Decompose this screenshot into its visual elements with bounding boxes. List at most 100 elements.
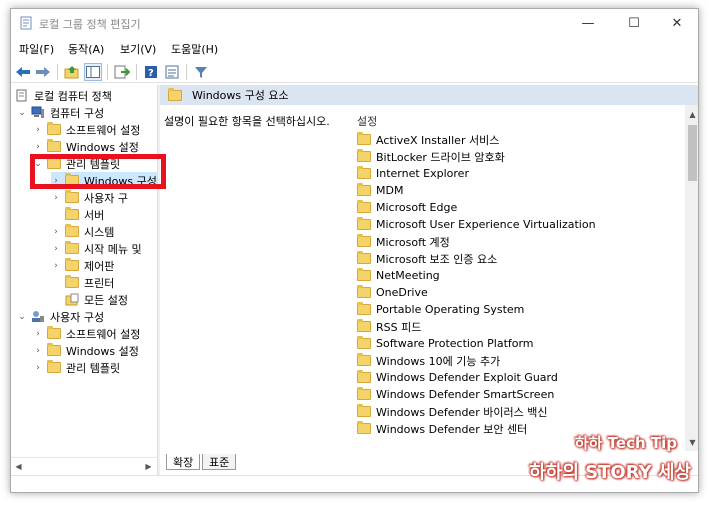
up-folder-icon[interactable] <box>63 63 81 81</box>
policy-document-icon <box>15 89 29 103</box>
chevron-right-icon[interactable]: › <box>51 261 61 271</box>
tree-item-software-settings[interactable]: › 소프트웨어 설정 <box>33 121 140 138</box>
menu-file[interactable]: 파일(F) <box>19 41 54 57</box>
list-item[interactable]: Microsoft Edge <box>357 199 457 216</box>
list-item[interactable]: Portable Operating System <box>357 301 524 318</box>
list-item[interactable]: Software Protection Platform <box>357 335 534 352</box>
folder-icon <box>357 132 371 145</box>
tree-item-root[interactable]: 로컬 컴퓨터 정책 <box>15 87 112 104</box>
toolbar-separator <box>136 64 137 80</box>
chevron-right-icon[interactable]: › <box>33 346 43 356</box>
minimize-button[interactable]: — <box>565 9 611 37</box>
tree-item-user-software[interactable]: › 소프트웨어 설정 <box>33 325 140 342</box>
tree-item-printers[interactable]: › 사용자 구 <box>51 189 128 206</box>
chevron-right-icon[interactable]: › <box>33 329 43 339</box>
tree-label: 사용자 구 <box>84 191 128 205</box>
scroll-up-icon[interactable]: ▲ <box>685 107 698 121</box>
list-item[interactable]: Microsoft 보조 인증 요소 <box>357 250 497 267</box>
tree-item-control-panel[interactable]: › 제어판 <box>51 257 114 274</box>
tree-item-user-admin[interactable]: › 관리 템플릿 <box>33 359 120 376</box>
folder-icon <box>47 360 61 373</box>
tree-item-server[interactable]: 서버 <box>51 206 104 223</box>
tree-item-system[interactable]: › 시스템 <box>51 223 114 240</box>
export-icon[interactable] <box>113 63 131 81</box>
chevron-right-icon[interactable]: › <box>33 142 43 152</box>
list-item[interactable]: Internet Explorer <box>357 165 469 182</box>
scroll-right-icon[interactable]: ▶ <box>141 459 156 473</box>
user-icon <box>31 310 45 324</box>
help-icon[interactable]: ? <box>142 63 160 81</box>
menu-action[interactable]: 동작(A) <box>68 41 104 57</box>
tree-label: 컴퓨터 구성 <box>50 106 105 120</box>
list-item[interactable]: Windows Defender Exploit Guard <box>357 369 558 386</box>
chevron-down-icon[interactable]: ⌄ <box>17 108 27 118</box>
tree-item-computer-config[interactable]: ⌄ 컴퓨터 구성 <box>17 104 104 121</box>
tree-label: 제어판 <box>84 259 115 273</box>
tree-item-all-settings[interactable]: 모든 설정 <box>51 291 128 308</box>
folder-icon <box>357 268 371 281</box>
tree-label: 로컬 컴퓨터 정책 <box>34 89 112 103</box>
scroll-down-icon[interactable]: ▼ <box>685 435 698 449</box>
folder-icon <box>168 87 182 101</box>
list-item[interactable]: Windows Defender 바이러스 백신 <box>357 403 547 420</box>
folder-icon <box>357 336 371 349</box>
folder-icon <box>357 149 371 162</box>
tree-label: 소프트웨어 설정 <box>66 123 141 137</box>
folder-icon <box>47 139 61 152</box>
list-item[interactable]: Windows 10에 기능 추가 <box>357 352 500 369</box>
tree-item-user-windows[interactable]: › Windows 설정 <box>33 342 139 359</box>
tab-standard[interactable]: 표준 <box>202 454 237 470</box>
annotation-highlight-box <box>30 154 166 189</box>
folder-icon <box>357 370 371 383</box>
list-item[interactable]: NetMeeting <box>357 267 440 284</box>
folder-icon <box>65 258 79 271</box>
chevron-right-icon[interactable]: › <box>33 363 43 373</box>
tree-label: 프린터 <box>84 276 115 290</box>
toolbar-separator <box>57 64 58 80</box>
tree-item-printer[interactable]: 프린터 <box>51 274 114 291</box>
filter-icon[interactable] <box>192 63 210 81</box>
scroll-left-icon[interactable]: ◀ <box>11 459 26 473</box>
chevron-right-icon[interactable]: › <box>33 125 43 135</box>
list-item[interactable]: MDM <box>357 182 403 199</box>
scrollbar-thumb[interactable] <box>688 125 697 181</box>
list-item[interactable]: Microsoft User Experience Virtualization <box>357 216 596 233</box>
list-item[interactable]: Windows Defender 보안 센터 <box>357 420 527 437</box>
tree-horizontal-scrollbar[interactable]: ◀ ▶ <box>11 457 157 473</box>
forward-arrow-icon[interactable] <box>34 63 52 81</box>
tree-item-windows-settings[interactable]: › Windows 설정 <box>33 138 139 155</box>
tree-label: 관리 템플릿 <box>66 361 121 375</box>
list-item[interactable]: OneDrive <box>357 284 428 301</box>
tab-extended[interactable]: 확장 <box>166 454 201 470</box>
show-hide-tree-icon[interactable] <box>84 63 102 81</box>
folder-icon <box>357 285 371 298</box>
close-button[interactable]: ✕ <box>654 9 698 37</box>
menu-view[interactable]: 보기(V) <box>120 41 156 57</box>
tree-item-user-config[interactable]: ⌄ 사용자 구성 <box>17 308 104 325</box>
watermark-line-1: 하하 Tech Tip <box>574 434 677 452</box>
list-item[interactable]: Microsoft 계정 <box>357 233 450 250</box>
chevron-right-icon[interactable]: › <box>51 227 61 237</box>
folder-icon <box>65 275 79 288</box>
folder-icon <box>357 421 371 434</box>
list-item[interactable]: Windows Defender SmartScreen <box>357 386 554 403</box>
chevron-right-icon[interactable]: › <box>51 244 61 254</box>
tree-label: 시스템 <box>84 225 115 239</box>
list-item[interactable]: ActiveX Installer 서비스 <box>357 131 499 148</box>
tree-pane: 로컬 컴퓨터 정책 ⌄ 컴퓨터 구성 › 소프트웨어 설정 › Windows … <box>11 85 157 455</box>
column-header-setting[interactable]: 설정 <box>357 113 377 129</box>
back-arrow-icon[interactable] <box>14 63 32 81</box>
group-policy-editor-window: 로컬 그룹 정책 편집기 — ☐ ✕ 파일(F) 동작(A) 보기(V) 도움말… <box>10 8 699 493</box>
description-text: 설명이 필요한 항목을 선택하십시오. <box>164 115 330 128</box>
chevron-down-icon[interactable]: ⌄ <box>17 312 27 322</box>
folder-icon <box>357 183 371 196</box>
list-item[interactable]: RSS 피드 <box>357 318 421 335</box>
menu-help[interactable]: 도움말(H) <box>171 41 218 57</box>
maximize-button[interactable]: ☐ <box>611 9 657 37</box>
chevron-right-icon[interactable]: › <box>51 193 61 203</box>
list-vertical-scrollbar[interactable]: ▲ ▼ <box>685 105 698 451</box>
watermark-line-2: 하하의 STORY 세상 <box>529 462 691 483</box>
tree-item-start-menu[interactable]: › 시작 메뉴 및 <box>51 240 142 257</box>
properties-icon[interactable] <box>163 63 181 81</box>
list-item[interactable]: BitLocker 드라이브 암호화 <box>357 148 505 165</box>
